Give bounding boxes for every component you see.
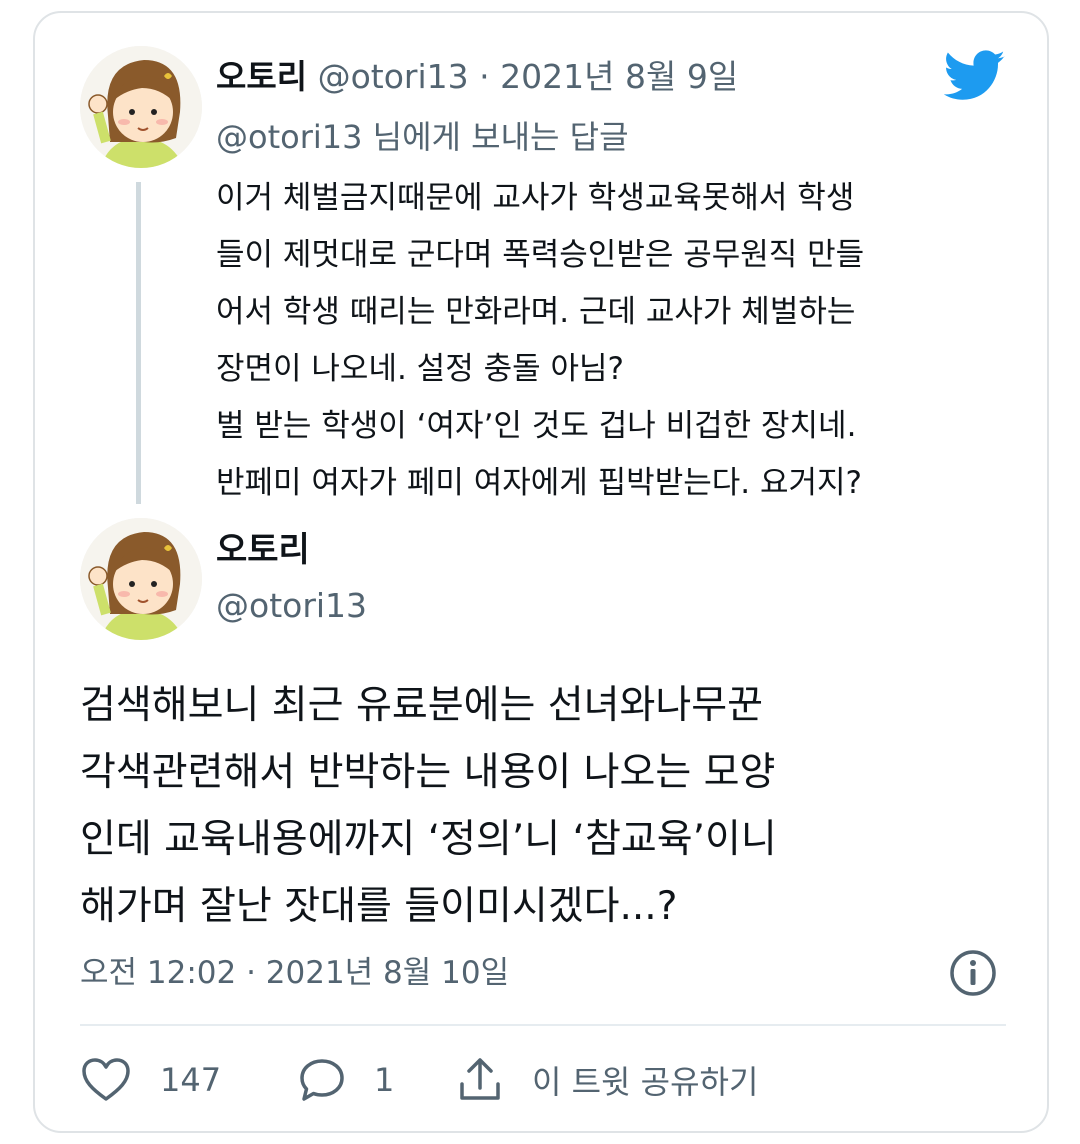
comment-icon (300, 1059, 344, 1101)
text-line: 검색해보니 최근 유료분에는 선녀와나무꾼 (80, 683, 764, 728)
share-button[interactable]: 이 트윗 공유하기 (456, 1050, 758, 1110)
twitter-bird-icon[interactable] (944, 50, 1006, 102)
reply-tweet-header: 오토리 @otori13 · 2021년 8월 9일 (216, 50, 738, 104)
avatar[interactable] (80, 518, 202, 640)
display-name[interactable]: 오토리 (216, 57, 307, 96)
text-line: 반페미 여자가 페미 여자에게 핍박받는다. 요거지? (216, 465, 862, 501)
share-label: 이 트윗 공유하기 (532, 1063, 759, 1101)
text-line: 들이 제멋대로 군다며 폭력승인받은 공무원직 만들 (216, 237, 865, 273)
action-bar: 147 1 이 트윗 공유하기 (80, 1050, 1006, 1110)
info-icon[interactable] (948, 948, 998, 998)
reply-tweet-text: 이거 체벌금지때문에 교사가 학생교육못해서 학생 들이 제멋대로 군다며 폭력… (216, 170, 1016, 512)
share-icon (460, 1058, 500, 1100)
like-button[interactable]: 147 (80, 1050, 221, 1110)
avatar-image (80, 46, 202, 168)
separator: · (479, 57, 490, 96)
handle[interactable]: @otori13 (216, 580, 367, 632)
like-count: 147 (160, 1061, 222, 1099)
avatar[interactable] (80, 46, 202, 168)
text-line: 해가며 잘난 잣대를 들이미시겠다...? (80, 884, 678, 929)
display-name[interactable]: 오토리 (216, 524, 310, 576)
text-line: 어서 학생 때리는 만화라며. 근데 교사가 체벌하는 (216, 294, 856, 330)
tweet-date[interactable]: 2021년 8월 9일 (500, 57, 738, 96)
text-line: 벌 받는 학생이 ‘여자’인 것도 겁나 비겁한 장치네. (216, 408, 857, 444)
text-line: 이거 체벌금지때문에 교사가 학생교육못해서 학생 (216, 180, 855, 216)
tweet-timestamp[interactable]: 오전 12:02 · 2021년 8월 10일 (80, 946, 509, 1000)
divider (80, 1024, 1006, 1026)
reply-count: 1 (374, 1061, 395, 1099)
reply-button[interactable]: 1 (298, 1050, 394, 1110)
thread-line (136, 182, 141, 504)
main-tweet-text: 검색해보니 최근 유료분에는 선녀와나무꾼 각색관련해서 반박하는 내용이 나오… (80, 672, 1020, 940)
handle[interactable]: @otori13 (318, 57, 469, 96)
avatar-image (80, 518, 202, 640)
heart-icon (82, 1058, 130, 1101)
text-line: 인데 교육내용에까지 ‘정의’니 ‘참교육’이니 (80, 817, 777, 862)
text-line: 각색관련해서 반박하는 내용이 나오는 모양 (80, 750, 776, 795)
text-line: 장면이 나오네. 설정 충돌 아님? (216, 351, 624, 387)
replying-to[interactable]: @otori13 님에게 보내는 답글 (216, 110, 629, 164)
